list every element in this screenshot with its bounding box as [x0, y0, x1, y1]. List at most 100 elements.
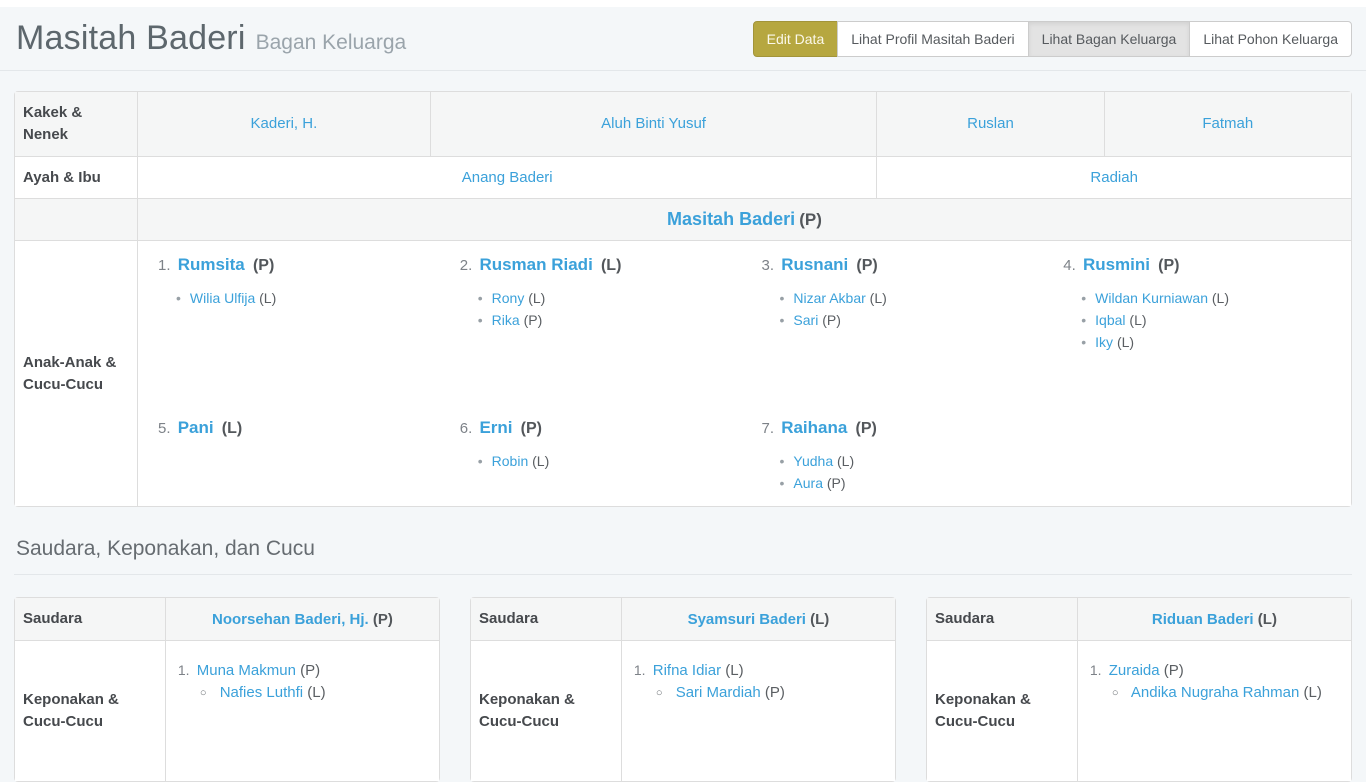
- gender-tag: (L): [532, 453, 549, 469]
- self-row: Masitah Baderi (P): [15, 199, 1352, 241]
- gender-tag: (L): [528, 290, 545, 306]
- grandnephew-list: Andika Nugraha Rahman (L): [1090, 682, 1343, 704]
- grandfather-paternal-link[interactable]: Kaderi, H.: [251, 115, 318, 132]
- child-entry: 3. Rusnani (P) Nizar Akbar (L) Sari (P): [748, 245, 1050, 408]
- child-link[interactable]: Rusnani: [781, 255, 848, 274]
- sibling-card: Saudara Noorsehan Baderi, Hj. (P) Kepona…: [14, 597, 440, 782]
- child-number: 1.: [158, 257, 171, 274]
- nephew-entry: 1. Zuraida (P) Andika Nugraha Rahman (L): [1090, 659, 1343, 704]
- grandnephew-list: Nafies Luthfi (L): [178, 682, 431, 704]
- keponakan-label: Keponakan & Cucu-Cucu: [927, 641, 1078, 782]
- grandchild-link[interactable]: Rika: [492, 312, 520, 328]
- mother-link[interactable]: Radiah: [1090, 169, 1138, 186]
- nephew-list: 1. Zuraida (P) Andika Nugraha Rahman (L): [1086, 651, 1343, 771]
- child-link[interactable]: Rusmini: [1083, 255, 1150, 274]
- top-strip: [0, 0, 1366, 7]
- action-button-group: Edit Data Lihat Profil Masitah Baderi Li…: [753, 21, 1352, 57]
- self-link[interactable]: Masitah Baderi: [667, 209, 795, 229]
- sibling-link[interactable]: Riduan Baderi: [1152, 611, 1254, 628]
- sibling-link[interactable]: Syamsuri Baderi: [688, 611, 806, 628]
- children-label: Anak-Anak & Cucu-Cucu: [15, 241, 138, 507]
- grandchild-link[interactable]: Aura: [793, 475, 823, 491]
- gender-tag: (P): [827, 475, 846, 491]
- grandchild-link[interactable]: Iqbal: [1095, 312, 1125, 328]
- saudara-label: Saudara: [15, 598, 166, 641]
- child-number: 4.: [1063, 257, 1076, 274]
- grandnephew-link[interactable]: Andika Nugraha Rahman: [1131, 684, 1299, 701]
- nephew-link[interactable]: Rifna Idiar: [653, 662, 721, 679]
- child-link[interactable]: Raihana: [781, 418, 847, 437]
- grandchild-link[interactable]: Iky: [1095, 334, 1113, 350]
- gender-tag: (L): [725, 662, 743, 679]
- view-pohon-button[interactable]: Lihat Pohon Keluarga: [1189, 21, 1352, 57]
- child-number: 7.: [762, 420, 775, 437]
- saudara-row: Saudara Syamsuri Baderi (L): [471, 598, 896, 641]
- grandchild-entry: Yudha (L): [780, 450, 1040, 472]
- keponakan-row: Keponakan & Cucu-Cucu 1. Muna Makmun (P)…: [15, 641, 440, 782]
- nephew-list: 1. Rifna Idiar (L) Sari Mardiah (P): [630, 651, 887, 771]
- saudara-row: Saudara Riduan Baderi (L): [927, 598, 1352, 641]
- father-link[interactable]: Anang Baderi: [462, 169, 553, 186]
- child-entry: 6. Erni (P) Robin (L): [446, 408, 748, 506]
- saudara-label: Saudara: [471, 598, 622, 641]
- grandchild-entry: Sari (P): [780, 309, 1040, 331]
- grandnephew-link[interactable]: Sari Mardiah: [676, 684, 761, 701]
- grandchild-link[interactable]: Wilia Ulfija: [190, 290, 255, 306]
- gender-tag: (P): [856, 257, 877, 274]
- sibling-card: Saudara Riduan Baderi (L) Keponakan & Cu…: [926, 597, 1352, 782]
- siblings-section-heading: Saudara, Keponakan, dan Cucu: [14, 533, 1352, 575]
- grandfather-maternal-link[interactable]: Ruslan: [967, 115, 1014, 132]
- grandchild-entry: Rika (P): [478, 309, 738, 331]
- grandnephew-entry: Andika Nugraha Rahman (L): [1112, 682, 1343, 704]
- nephew-entry: 1. Rifna Idiar (L) Sari Mardiah (P): [634, 659, 887, 704]
- grandnephew-link[interactable]: Nafies Luthfi: [220, 684, 303, 701]
- gender-tag: (L): [1258, 611, 1277, 628]
- grandchildren-list: Robin (L): [460, 450, 738, 472]
- gender-tag: (P): [521, 420, 542, 437]
- grandchildren-list: Yudha (L) Aura (P): [762, 450, 1040, 494]
- child-number: 2.: [460, 257, 473, 274]
- child-link[interactable]: Pani: [178, 418, 214, 437]
- grandchild-link[interactable]: Wildan Kurniawan: [1095, 290, 1208, 306]
- parents-row: Ayah & Ibu Anang Baderi Radiah: [15, 156, 1352, 199]
- child-link[interactable]: Rumsita: [178, 255, 245, 274]
- view-profile-button[interactable]: Lihat Profil Masitah Baderi: [837, 21, 1028, 57]
- grandchild-link[interactable]: Sari: [793, 312, 818, 328]
- gender-tag: (P): [765, 684, 785, 701]
- grandmother-maternal-link[interactable]: Fatmah: [1202, 115, 1253, 132]
- sibling-link[interactable]: Noorsehan Baderi, Hj.: [212, 611, 369, 628]
- grandchild-link[interactable]: Yudha: [793, 453, 833, 469]
- gender-tag: (L): [259, 290, 276, 306]
- nephew-link[interactable]: Muna Makmun: [197, 662, 296, 679]
- child-link[interactable]: Erni: [479, 418, 512, 437]
- children-list: 1. Rumsita (P) Wilia Ulfija (L) 2. Rusma…: [138, 241, 1351, 506]
- grandchild-entry: Rony (L): [478, 287, 738, 309]
- nephew-entry: 1. Muna Makmun (P) Nafies Luthfi (L): [178, 659, 431, 704]
- edit-data-button[interactable]: Edit Data: [753, 21, 839, 57]
- grandchild-link[interactable]: Nizar Akbar: [793, 290, 865, 306]
- child-entry: 7. Raihana (P) Yudha (L) Aura (P): [748, 408, 1050, 506]
- grandchildren-list: Wilia Ulfija (L): [158, 287, 436, 309]
- keponakan-label: Keponakan & Cucu-Cucu: [471, 641, 622, 782]
- view-bagan-button[interactable]: Lihat Bagan Keluarga: [1028, 21, 1191, 57]
- gender-tag: (P): [1158, 257, 1179, 274]
- children-row: Anak-Anak & Cucu-Cucu 1. Rumsita (P) Wil…: [15, 241, 1352, 507]
- nephew-number: 1.: [1090, 662, 1102, 678]
- gender-tag: (P): [822, 312, 841, 328]
- gender-tag: (P): [373, 611, 393, 628]
- grandchild-entry: Wildan Kurniawan (L): [1081, 287, 1341, 309]
- self-gender-tag: (P): [799, 210, 822, 229]
- child-number: 5.: [158, 420, 171, 437]
- grandmother-paternal-link[interactable]: Aluh Binti Yusuf: [601, 115, 706, 132]
- gender-tag: (L): [1212, 290, 1229, 306]
- grandchild-entry: Wilia Ulfija (L): [176, 287, 436, 309]
- gender-tag: (P): [300, 662, 320, 679]
- grandchild-link[interactable]: Robin: [492, 453, 529, 469]
- nephew-link[interactable]: Zuraida: [1109, 662, 1160, 679]
- child-entry: 5. Pani (L): [144, 408, 446, 506]
- grandchild-link[interactable]: Rony: [492, 290, 525, 306]
- gender-tag: (P): [1164, 662, 1184, 679]
- parents-label: Ayah & Ibu: [15, 156, 138, 199]
- nephew-number: 1.: [634, 662, 646, 678]
- child-link[interactable]: Rusman Riadi: [479, 255, 592, 274]
